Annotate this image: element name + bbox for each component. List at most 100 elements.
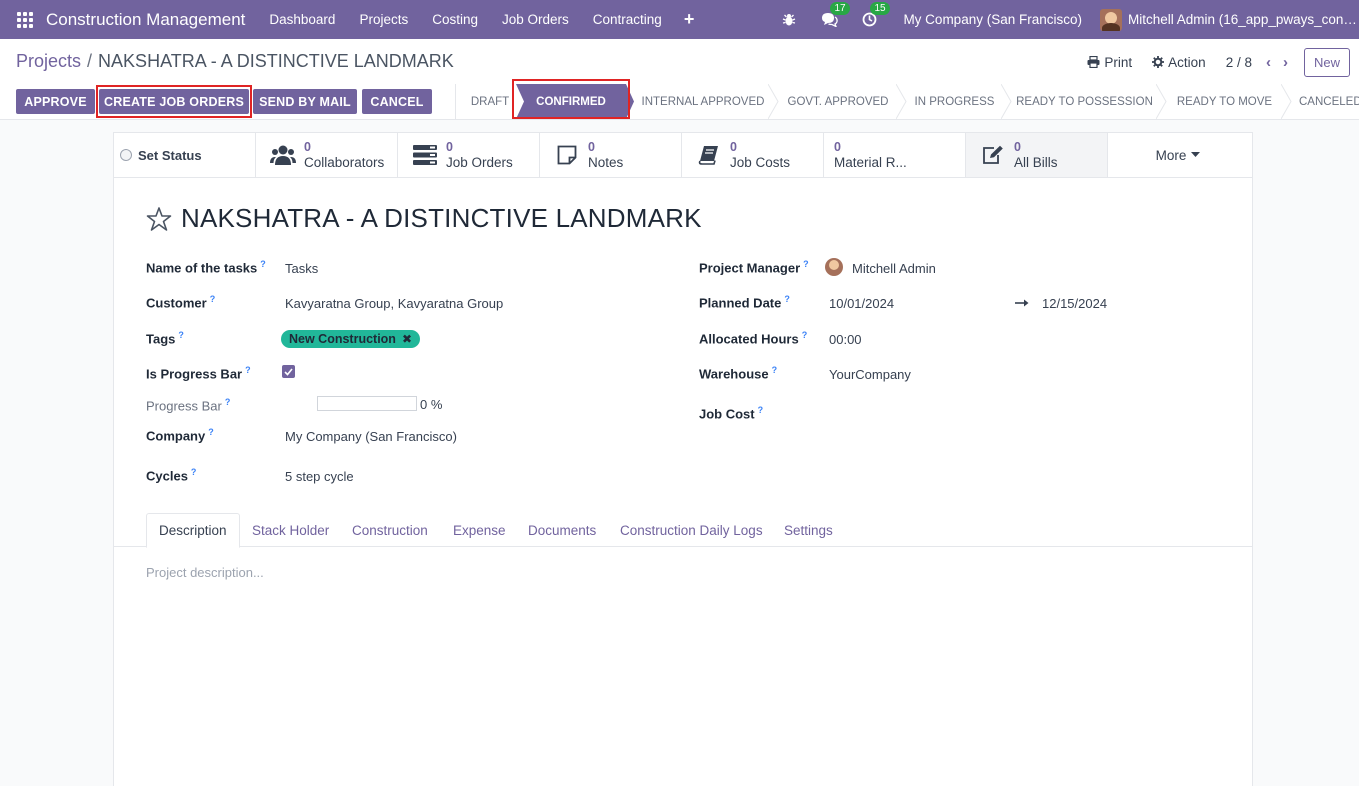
customer-value[interactable]: Kavyaratna Group, Kavyaratna Group	[285, 296, 503, 311]
warehouse-value[interactable]: YourCompany	[829, 367, 911, 382]
new-button[interactable]: New	[1303, 47, 1350, 77]
breadcrumb-projects[interactable]: Projects	[16, 51, 81, 71]
action-button[interactable]: Action	[1152, 55, 1206, 70]
job-costs-button[interactable]: 0 Job Costs	[682, 133, 824, 177]
notes-button[interactable]: 0 Notes	[540, 133, 682, 177]
help-tooltip-icon[interactable]: ?	[784, 294, 790, 304]
checkmark-icon	[284, 367, 293, 376]
help-tooltip-icon[interactable]: ?	[208, 427, 214, 437]
create-job-orders-highlight	[96, 85, 252, 118]
stage-govt-approved[interactable]: GOVT. APPROVED	[774, 84, 907, 119]
set-status-button[interactable]: Set Status	[114, 133, 256, 177]
record-title[interactable]: NAKSHATRA - A DISTINCTIVE LANDMARK	[181, 203, 702, 234]
activities-clock-icon[interactable]: 15	[860, 1, 890, 29]
user-menu[interactable]: Mitchell Admin (16_app_pways_const...	[1128, 12, 1359, 27]
all-bills-button[interactable]: 0 All Bills	[966, 133, 1108, 177]
allocated-hours-value[interactable]: 00:00	[829, 332, 862, 347]
tasks-name-value[interactable]: Tasks	[285, 261, 318, 276]
job-orders-button[interactable]: 0 Job Orders	[398, 133, 540, 177]
is-progress-bar-label: Is Progress Bar?	[146, 365, 251, 381]
is-progress-bar-checkbox[interactable]	[282, 365, 295, 378]
tag-new-construction: New Construction ✖	[281, 330, 421, 348]
progress-bar-text: 0 %	[420, 397, 443, 412]
stage-draft[interactable]: DRAFT	[456, 84, 516, 119]
tab-construction-daily-logs[interactable]: Construction Daily Logs	[608, 513, 775, 547]
progress-bar	[317, 396, 417, 411]
project-manager-value[interactable]: Mitchell Admin	[852, 261, 936, 276]
cycles-label-text: Cycles	[146, 468, 188, 484]
help-tooltip-icon[interactable]: ?	[245, 365, 251, 375]
server-icon	[412, 144, 438, 166]
cancel-button[interactable]: CANCEL	[362, 89, 432, 114]
company-switcher[interactable]: My Company (San Francisco)	[903, 12, 1082, 27]
help-tooltip-icon[interactable]: ?	[803, 259, 809, 269]
more-dropdown-button[interactable]: More	[1108, 133, 1248, 177]
action-label: Action	[1168, 54, 1206, 70]
help-tooltip-icon[interactable]: ?	[260, 259, 266, 269]
menu-costing[interactable]: Costing	[420, 12, 490, 27]
menu-job-orders[interactable]: Job Orders	[490, 12, 581, 27]
notes-count: 0	[588, 140, 595, 154]
control-panel: Projects / NAKSHATRA - A DISTINCTIVE LANDM…	[0, 39, 1359, 84]
tab-stack-holder[interactable]: Stack Holder	[240, 513, 341, 547]
tab-settings[interactable]: Settings	[772, 513, 845, 547]
collaborators-button[interactable]: 0 Collaborators	[256, 133, 398, 177]
manager-avatar	[825, 258, 843, 276]
planned-date-label: Planned Date?	[699, 294, 790, 310]
approve-button[interactable]: APPROVE	[16, 89, 95, 114]
tags-label-text: Tags	[146, 331, 176, 347]
material-requests-label: Material R...	[834, 155, 907, 170]
breadcrumb-current: NAKSHATRA - A DISTINCTIVE LANDMARK	[98, 51, 454, 71]
collaborators-label: Collaborators	[304, 155, 385, 170]
pager-next-icon[interactable]: ›	[1283, 54, 1288, 71]
planned-date-end[interactable]: 12/15/2024	[1042, 296, 1107, 311]
status-radio-icon[interactable]	[120, 149, 132, 161]
arrow-right-icon	[1015, 296, 1029, 311]
help-tooltip-icon[interactable]: ?	[225, 397, 231, 407]
print-button[interactable]: Print	[1087, 55, 1132, 70]
favorite-star-icon[interactable]	[146, 206, 172, 232]
pager-value[interactable]: 2 / 8	[1226, 55, 1252, 70]
cycles-value[interactable]: 5 step cycle	[285, 469, 354, 484]
stage-ready-to-possession[interactable]: READY TO POSSESSION	[1007, 84, 1167, 119]
send-by-mail-button[interactable]: SEND BY MAIL	[253, 89, 357, 114]
pager-previous-icon[interactable]: ‹	[1266, 54, 1271, 71]
planned-date-start[interactable]: 10/01/2024	[829, 296, 894, 311]
menu-contracting[interactable]: Contracting	[581, 12, 674, 27]
warehouse-label: Warehouse?	[699, 365, 777, 381]
stage-ready-to-possession-label: READY TO POSSESSION	[1016, 95, 1153, 108]
help-tooltip-icon[interactable]: ?	[210, 294, 216, 304]
menu-dashboard[interactable]: Dashboard	[257, 12, 347, 27]
stage-canceled[interactable]: CANCELED	[1287, 84, 1359, 119]
messages-icon[interactable]: 17	[820, 1, 850, 29]
notebook-tabs: Description Stack Holder Construction Ex…	[114, 513, 1252, 548]
tab-construction[interactable]: Construction	[340, 513, 440, 547]
stage-draft-label: DRAFT	[470, 95, 510, 108]
tab-expense[interactable]: Expense	[441, 513, 518, 547]
description-editor[interactable]: Project description...	[146, 565, 264, 580]
help-tooltip-icon[interactable]: ?	[758, 405, 764, 415]
tab-documents[interactable]: Documents	[516, 513, 608, 547]
help-tooltip-icon[interactable]: ?	[191, 467, 197, 477]
material-requests-button[interactable]: 0 Material R...	[824, 133, 966, 177]
menu-projects[interactable]: Projects	[347, 12, 420, 27]
book-icon	[696, 144, 722, 166]
stage-in-progress[interactable]: IN PROGRESS	[902, 84, 1012, 119]
stage-internal-approved[interactable]: INTERNAL APPROVED	[626, 84, 779, 119]
bug-icon[interactable]	[780, 11, 798, 29]
help-tooltip-icon[interactable]: ?	[772, 365, 778, 375]
help-tooltip-icon[interactable]: ?	[178, 330, 184, 340]
tasks-name-label: Name of the tasks?	[146, 259, 266, 275]
company-value[interactable]: My Company (San Francisco)	[285, 429, 457, 444]
tag-remove-icon[interactable]: ✖	[402, 332, 412, 346]
user-avatar[interactable]	[1100, 8, 1122, 31]
add-menu-icon[interactable]: +	[674, 9, 705, 30]
stage-ready-to-move[interactable]: READY TO MOVE	[1162, 84, 1292, 119]
progress-bar-label-text: Progress Bar	[146, 398, 222, 414]
apps-menu-icon[interactable]	[17, 11, 33, 28]
users-icon	[270, 144, 296, 166]
job-costs-count: 0	[730, 140, 737, 154]
help-tooltip-icon[interactable]: ?	[802, 330, 808, 340]
tab-description[interactable]: Description	[146, 513, 240, 548]
app-name[interactable]: Construction Management	[46, 10, 245, 30]
